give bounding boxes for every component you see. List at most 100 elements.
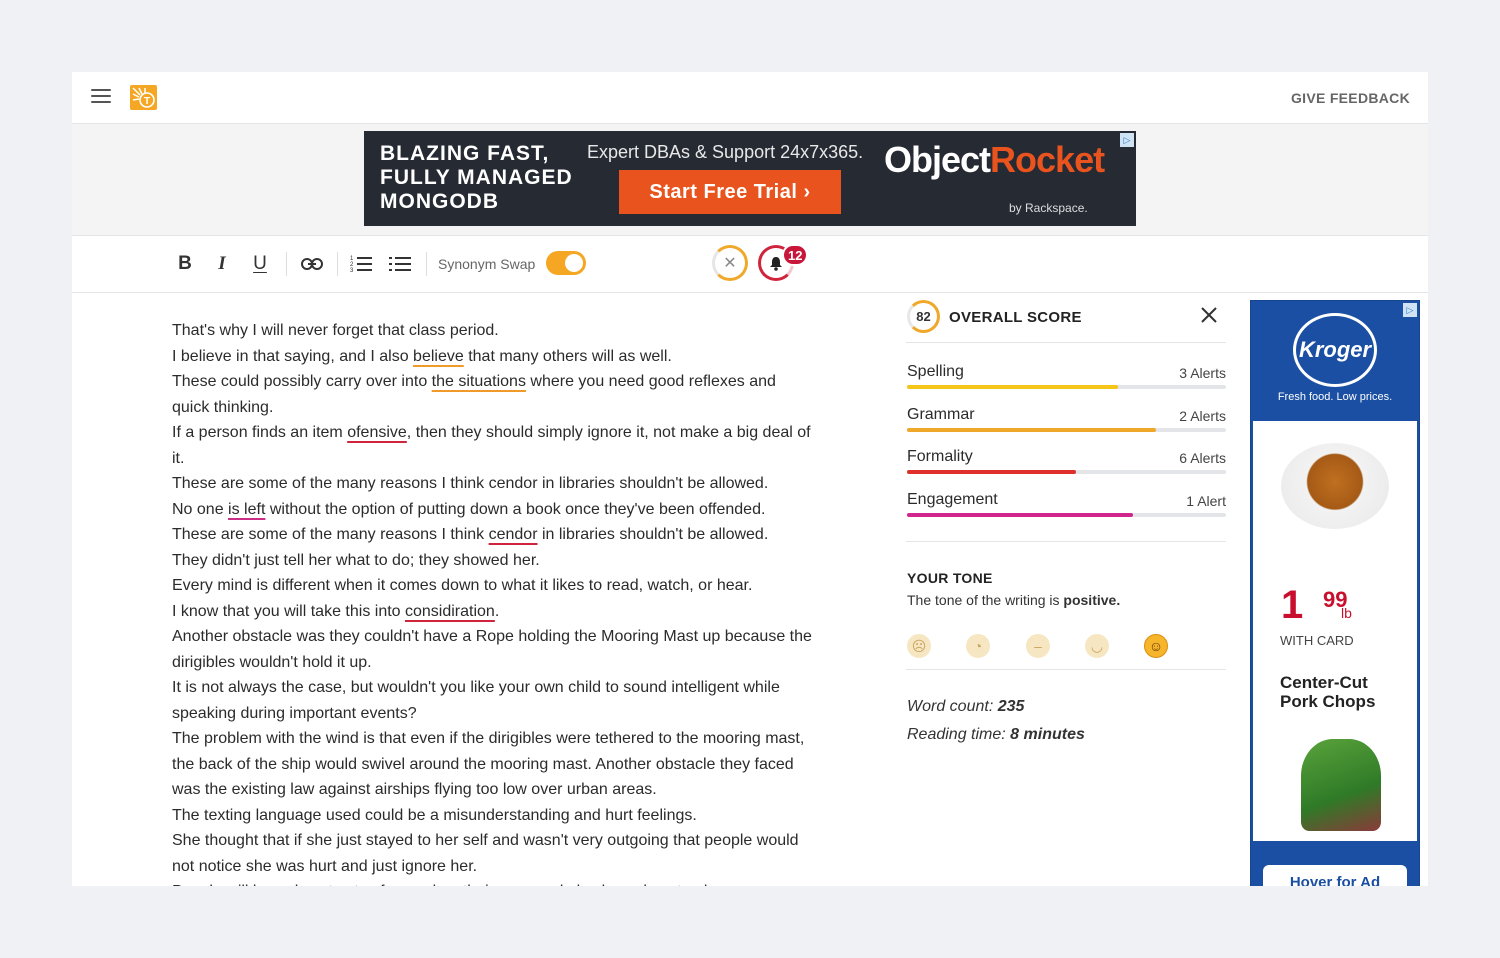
score-panel: 82 OVERALL SCORE Spelling 3 Alerts Grammar… <box>906 300 1226 754</box>
notification-count-badge: 12 <box>782 244 809 266</box>
editor-paragraph: Another obstacle was they couldn't have … <box>172 624 812 675</box>
editor-paragraph: No one is left without the option of put… <box>172 497 812 523</box>
editor-paragraph: It is not always the case, but wouldn't … <box>172 675 812 726</box>
ad-tagline: Fresh food. Low prices. <box>1277 391 1393 403</box>
metric-name: Formality <box>907 448 973 465</box>
metric-formality[interactable]: Formality 6 Alerts <box>906 442 1226 485</box>
metric-name: Spelling <box>907 363 964 380</box>
metric-alert-count: 2 Alerts <box>1179 407 1226 424</box>
banner-subtext: Expert DBAs & Support 24x7x365. <box>587 142 864 162</box>
document-stats: Word count: 235 Reading time: 8 minutes <box>907 670 1226 744</box>
flagged-word[interactable]: cendor <box>489 526 538 543</box>
metric-progress-bar <box>907 512 1226 517</box>
bullet-list-icon <box>389 257 411 271</box>
ad-body: 1 99 lb WITH CARD Center-Cut Pork Chops <box>1253 421 1417 841</box>
kroger-logo: Kroger <box>1293 313 1377 387</box>
text-run: I know that you will take this into <box>172 602 405 620</box>
flagged-word[interactable]: believe <box>413 348 464 365</box>
editor-paragraph: If a person finds an item ofensive, then… <box>172 420 812 471</box>
text-editor[interactable]: That's why I will never forget that clas… <box>172 318 812 886</box>
bold-button[interactable]: B <box>176 253 194 275</box>
flagged-word[interactable]: considiration <box>405 603 495 620</box>
text-run: Another obstacle was they couldn't have … <box>172 628 812 671</box>
link-button[interactable] <box>300 253 324 275</box>
metric-progress-fill <box>907 512 1134 517</box>
tone-scale: ☹ ◔ – ◡ ☺ <box>906 634 1168 660</box>
metric-progress-fill <box>907 470 1077 474</box>
editor-paragraph: They didn't just tell her what to do; th… <box>172 548 812 574</box>
score-close-button[interactable]: ✕ <box>712 245 748 281</box>
give-feedback-link[interactable]: GIVE FEEDBACK <box>1291 90 1410 106</box>
side-ad[interactable]: ▷ Kroger Fresh food. Low prices. 1 99 lb… <box>1250 300 1420 886</box>
text-run: These are some of the many reasons I thi… <box>172 526 489 543</box>
link-icon <box>301 258 323 270</box>
start-free-trial-button[interactable]: Start Free Trial › <box>619 170 841 214</box>
editor-paragraph: These are some of the many reasons I thi… <box>172 471 812 497</box>
hover-for-ad-button[interactable]: Hover for Ad <box>1263 865 1407 886</box>
synonym-swap-label: Synonym Swap <box>438 256 536 272</box>
editor-paragraph: These could possibly carry over into the… <box>172 369 812 420</box>
positive-emoji-icon[interactable]: ◡ <box>1085 634 1109 658</box>
bullet-list-button[interactable] <box>389 253 411 275</box>
tone-title: YOUR TONE <box>907 570 993 586</box>
editor-toolbar: B I U 1 2 3 Synonym Swap ✕ 12 <box>72 236 1428 293</box>
synonym-swap-toggle[interactable] <box>546 251 586 275</box>
close-panel-icon[interactable] <box>1200 306 1218 324</box>
editor-paragraph: I believe in that saying, and I also bel… <box>172 344 812 370</box>
metric-alert-count: 1 Alert <box>1186 492 1226 509</box>
flagged-word[interactable]: ofensive <box>347 424 407 441</box>
text-run: in libraries shouldn't be allowed. <box>537 526 769 543</box>
text-run: I believe in that saying, and I also <box>172 347 414 365</box>
numbered-list-button[interactable]: 1 2 3 <box>350 253 372 275</box>
top-bar: T GIVE FEEDBACK <box>72 72 1428 124</box>
adchoices-icon[interactable]: ▷ <box>1403 303 1417 317</box>
editor-paragraph: I know that you will take this into cons… <box>172 599 812 625</box>
negative-emoji-icon[interactable]: ◔ <box>966 634 990 658</box>
flagged-word[interactable]: the situations <box>432 373 526 390</box>
pork-chop-image <box>1281 443 1389 529</box>
neutral-emoji-icon[interactable]: – <box>1026 634 1050 658</box>
metric-name: Engagement <box>907 490 998 508</box>
metric-alert-count: 3 Alerts <box>1179 365 1226 381</box>
metric-name: Grammar <box>907 405 975 423</box>
vegetables-image <box>1301 739 1381 831</box>
editor-paragraph: That's why I will never forget that clas… <box>172 318 812 344</box>
tone-value: positive. <box>1063 592 1121 608</box>
banner-headline: BLAZING FAST, FULLY MANAGED MONGODB <box>380 142 573 213</box>
metric-engagement[interactable]: Engagement 1 Alert <box>906 485 1226 528</box>
overall-score-title: OVERALL SCORE <box>949 309 1082 326</box>
metric-progress-fill <box>907 427 1156 432</box>
svg-text:T: T <box>144 96 150 107</box>
logo-icon: T <box>132 87 155 108</box>
adchoices-icon[interactable]: ▷ <box>1120 133 1134 147</box>
app-logo[interactable]: T <box>130 85 157 110</box>
tone-text: The tone of the writing is positive. <box>907 592 1121 608</box>
price-dollars: 1 <box>1281 583 1304 627</box>
close-icon: ✕ <box>723 255 737 272</box>
numbered-list-icon: 1 2 3 <box>350 256 372 273</box>
text-run: The problem with the wind is that even i… <box>172 730 805 798</box>
app-window: T GIVE FEEDBACK BLAZING FAST, FULLY MANA… <box>72 72 1428 886</box>
metric-alert-count: 6 Alerts <box>1179 450 1226 466</box>
editor-paragraph: The problem with the wind is that even i… <box>172 726 812 803</box>
text-run: It is not always the case, but wouldn't … <box>172 679 780 722</box>
text-run: That's why I will never forget that clas… <box>172 322 499 339</box>
text-run: that many others will as well. <box>463 347 672 365</box>
toolbar-divider <box>337 252 338 276</box>
text-run: Every mind is different when it comes do… <box>172 577 753 594</box>
text-run: . <box>494 602 500 620</box>
underline-button[interactable]: U <box>250 253 270 275</box>
text-run: If a person finds an item <box>172 424 348 441</box>
very-negative-emoji-icon[interactable]: ☹ <box>907 634 931 658</box>
svg-text:3: 3 <box>350 268 354 273</box>
banner-ad-area: BLAZING FAST, FULLY MANAGED MONGODB Expe… <box>72 124 1428 236</box>
flagged-word[interactable]: is left <box>228 501 265 518</box>
very-positive-emoji-icon[interactable]: ☺ <box>1144 634 1168 658</box>
banner-brand: ObjectRocket <box>884 139 1105 180</box>
metric-spelling[interactable]: Spelling 3 Alerts <box>906 357 1226 400</box>
menu-icon[interactable] <box>91 89 111 105</box>
italic-button[interactable]: I <box>213 253 231 275</box>
banner-ad[interactable]: BLAZING FAST, FULLY MANAGED MONGODB Expe… <box>364 131 1136 226</box>
metric-grammar[interactable]: Grammar 2 Alerts <box>906 400 1226 443</box>
editor-paragraph: She thought that if she just stayed to h… <box>172 828 812 879</box>
